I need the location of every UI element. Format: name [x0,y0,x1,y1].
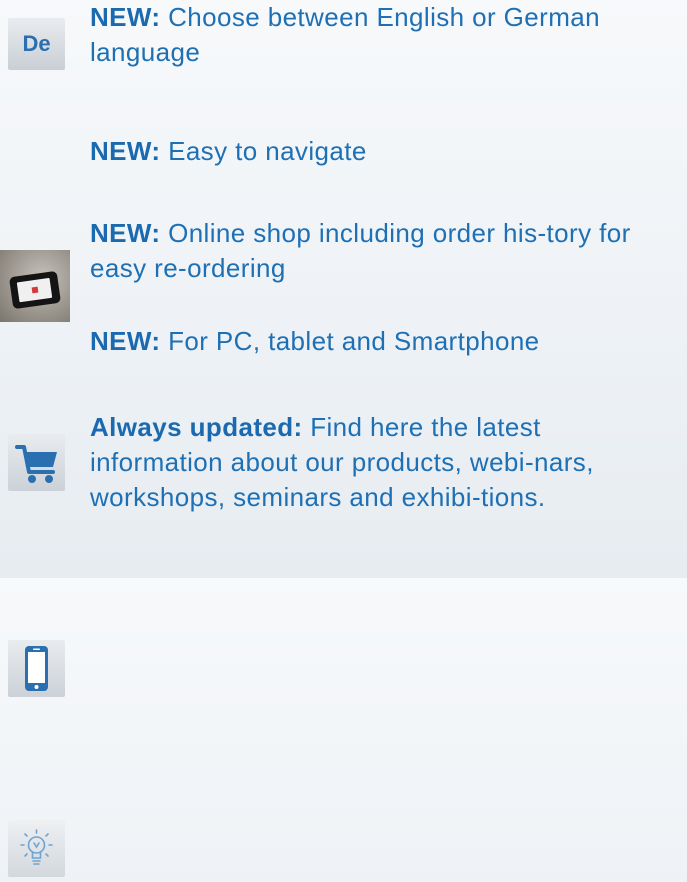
feature-item-updates: Always updated: Find here the latest inf… [0,408,687,877]
lightbulb-icon [8,820,65,877]
feature-item-language: De NEW: Choose between English or German… [0,0,687,90]
feature-highlight: NEW: [90,136,161,166]
feature-highlight: Always updated: [90,412,303,442]
phone-graphic [25,646,48,691]
feature-list: De NEW: Choose between English or German… [0,0,687,877]
feature-text: Always updated: Find here the latest inf… [90,410,681,515]
feature-highlight: NEW: [90,218,161,248]
bulb-graphic [20,829,53,865]
feature-description: Easy to navigate [160,136,367,166]
language-de-icon: De [8,18,65,70]
feature-item-shop: NEW: Online shop including order his-tor… [0,216,687,491]
feature-item-devices: NEW: For PC, tablet and Smartphone [0,320,687,697]
feature-highlight: NEW: [90,326,161,356]
feature-text: NEW: For PC, tablet and Smartphone [90,324,681,359]
feature-text: NEW: Choose between English or German la… [90,0,681,70]
feature-highlight: NEW: [90,2,161,32]
feature-description: Online shop including order his-tory for… [90,218,631,283]
feature-item-navigation: NEW: Easy to navigate [0,130,687,322]
feature-description: For PC, tablet and Smartphone [160,326,540,356]
feature-description: Choose between English or German languag… [90,2,600,67]
feature-text: NEW: Online shop including order his-tor… [90,216,681,286]
feature-text: NEW: Easy to navigate [90,134,681,169]
smartphone-icon [8,640,65,697]
